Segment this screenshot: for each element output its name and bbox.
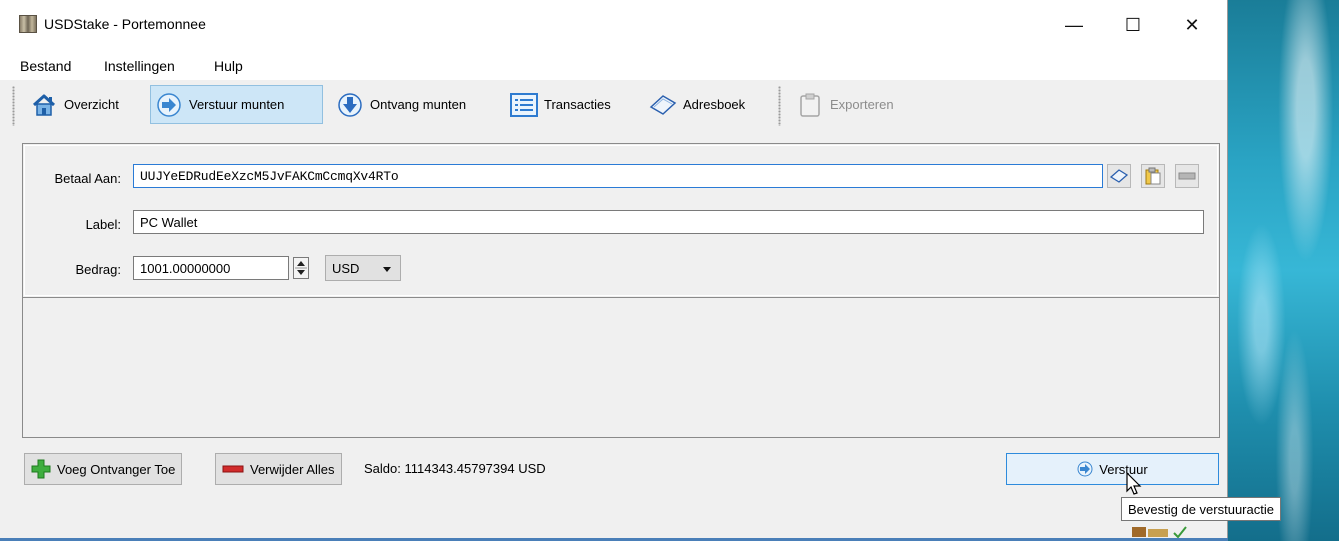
label-field-label: Label: xyxy=(85,217,121,232)
paste-icon xyxy=(1145,167,1161,185)
clear-all-button[interactable]: Verwijder Alles xyxy=(215,453,342,485)
minimize-button[interactable]: — xyxy=(1054,10,1094,40)
pay-to-input[interactable]: UUJYeEDRudEeXzcM5JvFAKCmCcmqXv4RTo xyxy=(133,164,1103,188)
window-title: USDStake - Portemonnee xyxy=(44,16,206,32)
send-arrow-icon xyxy=(155,91,183,119)
pay-to-label: Betaal Aan: xyxy=(54,171,122,186)
send-arrow-icon xyxy=(1077,461,1093,477)
eraser-icon xyxy=(1178,172,1196,180)
menu-bar: Bestand Instellingen Hulp xyxy=(0,52,1227,80)
export-label: Exporteren xyxy=(830,97,894,112)
addressbook-button[interactable]: Adresboek xyxy=(645,85,749,124)
receive-coins-label: Ontvang munten xyxy=(370,97,467,112)
address-book-lookup-button[interactable] xyxy=(1107,164,1131,188)
unit-select[interactable]: USD xyxy=(325,255,401,281)
toolbar: Overzicht Verstuur munten Ontvang munten… xyxy=(0,80,1227,130)
clear-all-label: Verwijder Alles xyxy=(250,461,335,477)
home-icon xyxy=(30,91,58,119)
toolbar-separator xyxy=(778,86,781,126)
transactions-button[interactable]: Transacties xyxy=(506,85,615,124)
clipboard-icon xyxy=(796,91,824,119)
address-book-icon xyxy=(649,91,677,119)
addressbook-label: Adresboek xyxy=(683,97,746,112)
add-recipient-button[interactable]: Voeg Ontvanger Toe xyxy=(24,453,183,485)
menu-instellingen[interactable]: Instellingen xyxy=(104,58,175,74)
title-bar: USDStake - Portemonnee — ☐ ✕ xyxy=(0,0,1227,52)
address-book-icon xyxy=(1110,169,1128,183)
close-button[interactable]: ✕ xyxy=(1172,10,1212,40)
balance-text: Saldo: 1114343.45797394 USD xyxy=(364,461,546,476)
label-input[interactable]: PC Wallet xyxy=(133,210,1204,234)
app-icon xyxy=(19,15,37,33)
maximize-button[interactable]: ☐ xyxy=(1113,10,1153,40)
menu-hulp[interactable]: Hulp xyxy=(214,58,243,74)
toolbar-grip[interactable] xyxy=(12,86,15,126)
recipients-scroll-area xyxy=(22,298,1220,438)
add-recipient-label: Voeg Ontvanger Toe xyxy=(57,461,176,477)
menu-bestand[interactable]: Bestand xyxy=(20,58,71,74)
wallet-window: USDStake - Portemonnee — ☐ ✕ Bestand Ins… xyxy=(0,0,1228,541)
receive-arrow-icon xyxy=(336,91,364,119)
overview-label: Overzicht xyxy=(64,97,119,112)
send-button[interactable]: Verstuur xyxy=(1006,453,1219,485)
list-icon xyxy=(510,91,538,119)
export-button[interactable]: Exporteren xyxy=(792,85,898,124)
plus-icon xyxy=(31,459,51,479)
clear-address-button[interactable] xyxy=(1175,164,1199,188)
chevron-down-icon xyxy=(382,262,392,277)
paste-button[interactable] xyxy=(1141,164,1165,188)
amount-label: Bedrag: xyxy=(75,262,121,277)
desktop-wallpaper xyxy=(1228,0,1339,541)
overview-button[interactable]: Overzicht xyxy=(26,85,123,124)
send-coins-label: Verstuur munten xyxy=(189,97,285,112)
amount-spinner[interactable] xyxy=(293,257,309,279)
receive-coins-button[interactable]: Ontvang munten xyxy=(332,85,470,124)
unit-select-value: USD xyxy=(332,260,360,276)
send-tooltip: Bevestig de verstuuractie xyxy=(1121,497,1281,521)
send-coins-button[interactable]: Verstuur munten xyxy=(150,85,323,124)
remove-icon xyxy=(222,465,244,473)
amount-input[interactable]: 1001.00000000 xyxy=(133,256,289,280)
transactions-label: Transacties xyxy=(544,97,611,112)
mouse-cursor-icon xyxy=(1126,471,1142,499)
spinner-arrows-icon xyxy=(295,261,307,275)
